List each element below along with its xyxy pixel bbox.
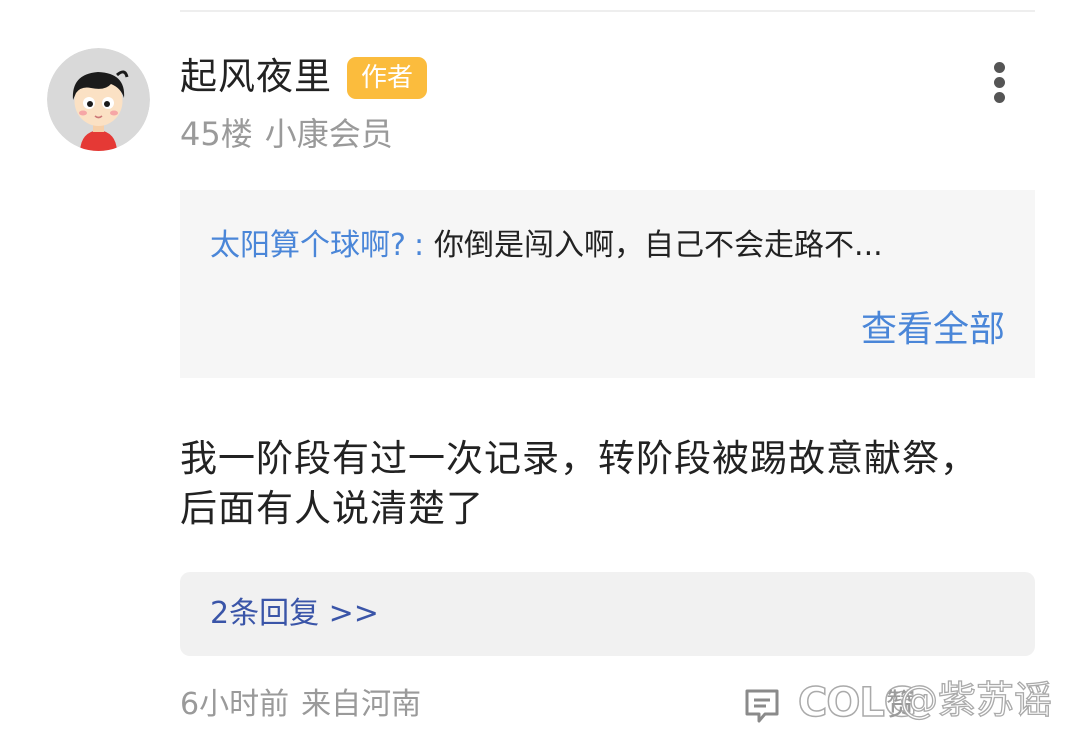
username[interactable]: 起风夜里 xyxy=(180,55,332,99)
post-time: 6小时前 xyxy=(180,687,290,722)
user-avatar[interactable] xyxy=(47,48,150,151)
content-line: 我一阶段有过一次记录，转阶段被踢故意献祭， xyxy=(180,437,978,480)
post-meta: 45楼 小康会员 xyxy=(180,113,393,155)
membership-level: 小康会员 xyxy=(264,115,393,153)
more-vertical-icon xyxy=(994,62,1005,73)
replies-box[interactable]: 2条回复 >> xyxy=(180,572,1035,656)
post-location: 来自河南 xyxy=(301,687,422,722)
more-vertical-icon-dot xyxy=(994,77,1005,88)
quote-author[interactable]: 太阳算个球啊? xyxy=(210,228,406,263)
comment-button[interactable] xyxy=(742,686,782,726)
post-content: 我一阶段有过一次记录，转阶段被踢故意献祭， 后面有人说清楚了 xyxy=(180,434,1040,534)
cartoon-avatar-icon xyxy=(47,48,150,151)
comment-icon xyxy=(745,689,779,723)
quote-line: 太阳算个球啊?: 你倒是闯入啊，自己不会走路不... xyxy=(210,226,883,266)
top-divider xyxy=(180,10,1035,12)
quoted-reply[interactable]: 太阳算个球啊?: 你倒是闯入啊，自己不会走路不... 查看全部 xyxy=(180,190,1035,378)
post-footer-meta: 6小时前 来自河南 xyxy=(180,684,421,726)
content-line: 后面有人说清楚了 xyxy=(180,487,484,530)
quote-text: 你倒是闯入啊，自己不会走路不... xyxy=(434,228,883,263)
more-options-button[interactable] xyxy=(982,56,1018,108)
author-badge: 作者 xyxy=(347,57,427,99)
floor-number: 45楼 xyxy=(180,115,253,153)
more-vertical-icon-dot xyxy=(994,92,1005,103)
view-all-link[interactable]: 查看全部 xyxy=(861,308,1005,352)
quote-colon: : xyxy=(413,228,425,263)
view-replies-link[interactable]: 2条回复 >> xyxy=(210,593,379,635)
watermark-handle: @紫苏谣 xyxy=(899,677,1053,722)
